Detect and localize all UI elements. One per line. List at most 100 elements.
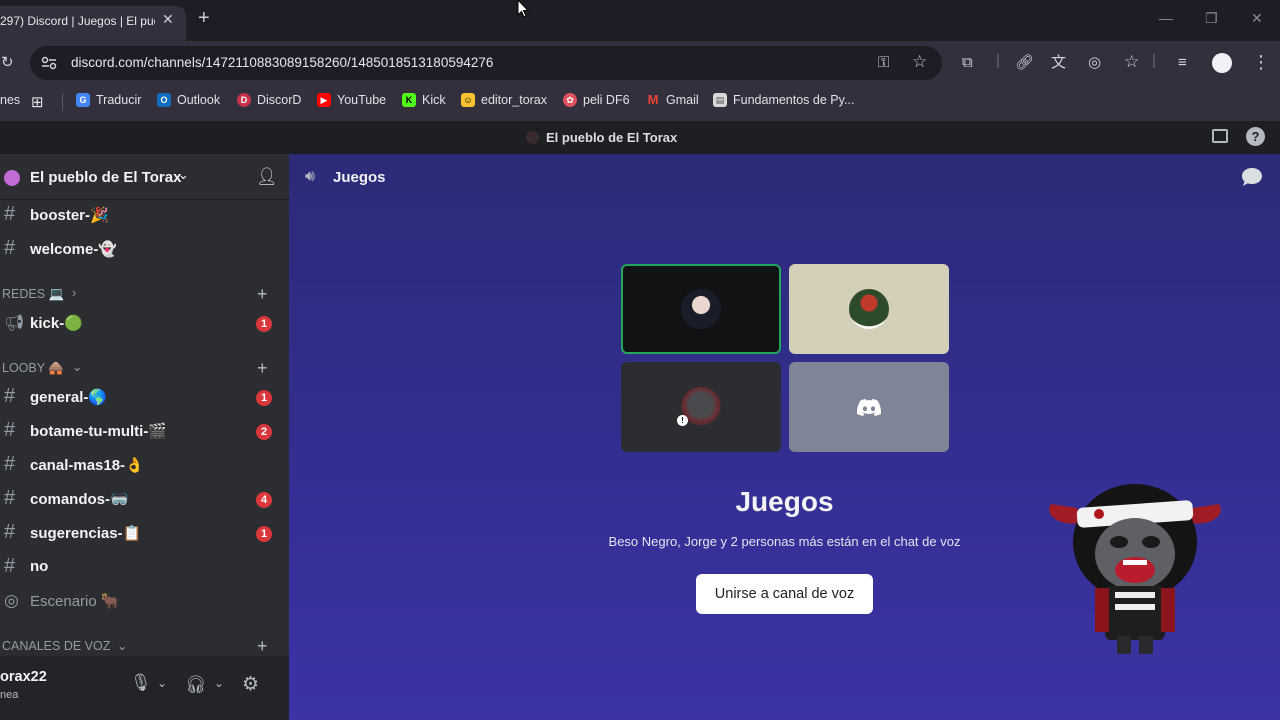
- bookmark-youtube[interactable]: ▶ YouTube: [317, 93, 386, 107]
- channel-escenario[interactable]: ◎ Escenario 🐂: [0, 585, 289, 617]
- screenshot-icon[interactable]: ◎: [1088, 55, 1101, 71]
- extensions-icon[interactable]: ⧉: [962, 55, 973, 71]
- channel-botame-tu-multi[interactable]: # botame-tu-multi-🎬 2: [0, 415, 289, 447]
- chevron-down-icon[interactable]: ⌄: [214, 676, 224, 690]
- text-channel-icon: #: [4, 487, 16, 509]
- minimize-icon[interactable]: —: [1159, 10, 1173, 26]
- channel-name: welcome-👻: [30, 241, 118, 258]
- media-control-icon[interactable]: ≡: [1178, 55, 1187, 71]
- microphone-icon[interactable]: 🎙︎: [130, 673, 152, 693]
- participant-avatar: [681, 289, 721, 329]
- participant-avatar: [849, 289, 889, 329]
- bookmark-traducir[interactable]: G Traducir: [76, 93, 141, 107]
- channel-sidebar: El pueblo de El Torax ⌄ 👤︎ # booster-🎉 #…: [0, 154, 289, 720]
- inbox-icon[interactable]: [1212, 129, 1228, 143]
- new-tab-icon[interactable]: +: [198, 8, 210, 28]
- category-redes[interactable]: REDES 💻: [2, 287, 64, 302]
- discord-title-bar: El pueblo de El Torax ?: [0, 121, 1280, 154]
- nsfw-channel-icon: #: [4, 555, 16, 577]
- bookmark-apps[interactable]: nes: [0, 93, 20, 107]
- bookmark-peli[interactable]: ✿ peli DF6: [563, 93, 630, 107]
- chevron-down-icon[interactable]: ⌄: [157, 676, 167, 690]
- invite-people-icon[interactable]: 👤︎: [256, 167, 278, 187]
- participant-tile-3[interactable]: !: [621, 362, 781, 452]
- address-bar-row: ↻ discord.com/channels/14721108830891582…: [0, 41, 1280, 85]
- channel-no[interactable]: # no: [0, 551, 289, 583]
- unread-badge: 1: [256, 390, 272, 406]
- close-window-icon[interactable]: ✕: [1251, 10, 1263, 27]
- apps-grid-icon[interactable]: ⊞: [31, 93, 44, 111]
- text-channel-icon: #: [4, 203, 16, 225]
- channel-welcome[interactable]: # welcome-👻: [0, 233, 289, 265]
- bookmarks-divider: [62, 93, 63, 111]
- mouse-cursor-icon: [517, 0, 529, 18]
- settings-gear-icon[interactable]: ⚙: [242, 673, 259, 696]
- chevron-down-icon: ⌄: [178, 167, 189, 182]
- server-header[interactable]: El pueblo de El Torax ⌄ 👤︎: [0, 154, 289, 200]
- url-text: discord.com/channels/1472110883089158260…: [71, 55, 494, 70]
- headphones-icon[interactable]: 🎧︎: [185, 675, 207, 695]
- password-key-icon[interactable]: ⚿: [878, 55, 889, 71]
- favorites-icon[interactable]: ☆: [1124, 53, 1139, 70]
- browser-tab[interactable]: 297) Discord | Juegos | El pueblo de El …: [0, 6, 186, 41]
- username[interactable]: orax22: [0, 669, 47, 685]
- toolbar-divider-2: |: [1152, 52, 1156, 69]
- create-channel-icon[interactable]: +: [257, 636, 268, 657]
- channel-canal-mas18[interactable]: # canal-mas18-👌: [0, 449, 289, 481]
- restore-icon[interactable]: ❐: [1205, 10, 1218, 27]
- bookmark-discord[interactable]: D DiscorD: [237, 93, 301, 107]
- channel-comandos[interactable]: # comandos-🥽 4: [0, 483, 289, 515]
- channel-kick[interactable]: 📢︎ kick-🟢 1: [0, 307, 289, 339]
- browser-tab-bar: 297) Discord | Juegos | El pueblo de El …: [0, 0, 1280, 41]
- youtube-icon: ▶: [317, 93, 331, 107]
- menu-kebab-icon[interactable]: ⋮: [1252, 53, 1270, 71]
- channel-name: comandos-🥽: [30, 491, 129, 508]
- tab-title: 297) Discord | Juegos | El pueblo de El …: [0, 14, 155, 28]
- bookmark-kick[interactable]: K Kick: [402, 93, 446, 107]
- reload-icon[interactable]: ↻: [1, 55, 14, 71]
- create-channel-icon[interactable]: +: [257, 284, 268, 305]
- channel-name: general-🌎: [30, 389, 108, 406]
- text-channel-icon: #: [4, 521, 16, 543]
- discord-window-title: El pueblo de El Torax: [546, 130, 678, 145]
- create-channel-icon[interactable]: +: [257, 358, 268, 379]
- channel-name: booster-🎉: [30, 207, 109, 224]
- bookmarks-bar: nes ⊞ G Traducir O Outlook D DiscorD ▶ YouTu…: [0, 85, 1280, 121]
- bookmark-outlook[interactable]: O Outlook: [157, 93, 220, 107]
- profile-avatar[interactable]: [1212, 53, 1232, 73]
- bookmark-star-icon[interactable]: ☆: [912, 53, 927, 70]
- channel-sugerencias[interactable]: # sugerencias-📋 1: [0, 517, 289, 549]
- server-boost-icon: [4, 170, 20, 186]
- chevron-down-icon: ⌄: [117, 639, 128, 653]
- discord-bm-icon: D: [237, 93, 251, 107]
- chevron-right-icon: ›: [72, 286, 77, 300]
- bookmark-fundamentos[interactable]: ▤ Fundamentos de Py...: [713, 93, 854, 107]
- chevron-down-icon: ⌄: [72, 360, 83, 374]
- participant-tile-1[interactable]: [621, 264, 781, 354]
- participant-tile-4[interactable]: [789, 362, 949, 452]
- translate-icon: G: [76, 93, 90, 107]
- announcement-channel-icon: 📢︎: [4, 315, 25, 332]
- bookmark-gmail[interactable]: M Gmail: [646, 93, 699, 108]
- text-channel-icon: #: [4, 237, 16, 259]
- peli-icon: ✿: [563, 93, 577, 107]
- category-canales-de-voz[interactable]: CANALES DE VOZ: [2, 639, 110, 653]
- participant-tile-2[interactable]: [789, 264, 949, 354]
- category-looby[interactable]: LOOBY 🛖: [2, 361, 64, 376]
- close-tab-icon[interactable]: ✕: [162, 11, 174, 28]
- server-icon-small: [526, 131, 539, 144]
- channel-booster[interactable]: # booster-🎉: [0, 199, 289, 231]
- help-icon[interactable]: ?: [1246, 127, 1265, 146]
- bookmark-editor-torax[interactable]: ☺ editor_torax: [461, 93, 547, 107]
- unread-badge: 2: [256, 424, 272, 440]
- channel-general[interactable]: # general-🌎 1: [0, 381, 289, 413]
- translate-page-icon[interactable]: 文: [1051, 55, 1066, 71]
- join-voice-button[interactable]: Unirse a canal de voz: [696, 574, 873, 614]
- site-info-icon[interactable]: [41, 56, 57, 70]
- omnibox[interactable]: discord.com/channels/1472110883089158260…: [30, 46, 942, 80]
- channel-name: kick-🟢: [30, 315, 83, 332]
- chat-bubble-icon[interactable]: [1241, 167, 1263, 187]
- muted-indicator-icon: !: [677, 415, 688, 426]
- link-icon[interactable]: 🔗︎: [1015, 55, 1034, 71]
- text-channel-icon: #: [4, 419, 16, 441]
